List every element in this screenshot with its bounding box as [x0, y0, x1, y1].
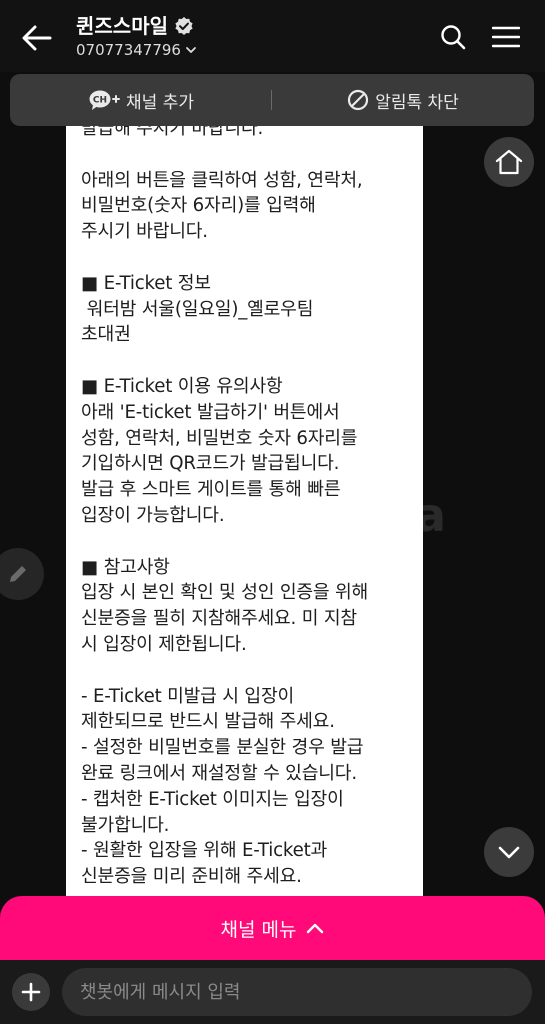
message-line: [81, 658, 421, 684]
hamburger-menu-icon: [492, 26, 520, 48]
message-line: 아래 'E-ticket 발급하기' 버튼에서: [81, 401, 340, 423]
ch-badge-text: CH: [93, 96, 107, 106]
add-channel-label: 채널 추가: [126, 92, 194, 113]
block-notification-button[interactable]: 알림톡 차단: [272, 74, 534, 126]
message-line: 완료 링크에서 재설정할 수 있습니다.: [81, 762, 357, 784]
message-line: 기입하시면 QR코드가 발급됩니다.: [81, 453, 340, 475]
message-line: - 설정한 비밀번호를 분실한 경우 발급: [81, 737, 364, 759]
message-line: 아래의 버튼을 클릭하여 성함, 연락처,: [81, 169, 363, 191]
message-line: ■ E-Ticket 정보: [81, 272, 211, 294]
message-line: 입장 시 본인 확인 및 성인 인증을 위해: [81, 582, 369, 604]
message-line: 발급 후 스마트 게이트를 통해 빠른: [81, 479, 341, 501]
message-line: [81, 348, 421, 374]
home-button[interactable]: [484, 137, 534, 187]
message-input[interactable]: [62, 968, 532, 1016]
message-line: ■ E-Ticket 이용 유의사항: [81, 375, 283, 397]
message-line: 주시기 바랍니다.: [81, 221, 208, 243]
message-line: 불가합니다.: [81, 814, 170, 836]
message-line: - 원활한 입장을 위해 E-Ticket과: [81, 840, 328, 862]
message-line: 시 입장이 제한됩니다.: [81, 633, 247, 655]
message-input-bar: [0, 960, 545, 1024]
chat-messages[interactable]: a 발급해 주시기 바랍니다. 아래의 버튼을 클릭하여 성함, 연락처, 비밀번호…: [0, 126, 545, 896]
block-icon: [347, 89, 369, 111]
search-icon: [441, 25, 466, 50]
chevron-down-icon: [185, 45, 197, 55]
channel-menu-label: 채널 메뉴: [220, 918, 297, 941]
message-line: 발급해 주시기 바랍니다.: [81, 126, 264, 139]
message-line: [81, 142, 421, 168]
verified-badge-icon: [174, 16, 194, 36]
message-line: - 캡처한 E-Ticket 이미지는 입장이: [81, 788, 344, 810]
channel-phone: 07077347796: [76, 41, 181, 59]
message-bubble[interactable]: 발급해 주시기 바랍니다. 아래의 버튼을 클릭하여 성함, 연락처, 비밀번호(숫…: [66, 126, 423, 896]
message-line: 입장이 가능합니다.: [81, 504, 225, 526]
message-line: 성함, 연락처, 비밀번호 숫자 6자리를: [81, 427, 358, 449]
menu-button[interactable]: [488, 20, 524, 54]
pencil-icon: [10, 566, 26, 582]
add-channel-button[interactable]: CH 채널 추가: [10, 74, 272, 126]
home-icon: [495, 149, 523, 175]
block-notification-label: 알림톡 차단: [375, 92, 459, 113]
scroll-down-button[interactable]: [484, 827, 534, 877]
message-line: 신분증을 필히 지참해주세요. 미 지참: [81, 608, 357, 630]
message-text: 발급해 주시기 바랍니다. 아래의 버튼을 클릭하여 성함, 연락처, 비밀번호(숫…: [81, 126, 421, 890]
message-line: - E-Ticket 미발급 시 입장이: [81, 685, 295, 707]
message-line: 초대권: [81, 324, 131, 346]
channel-title: 퀸즈스마일: [76, 14, 168, 38]
message-line: [81, 529, 421, 555]
chevron-down-icon: [498, 846, 520, 859]
message-line: 워터밤 서울(일요일)_옐로우팀: [81, 298, 314, 320]
channel-action-bar: CH 채널 추가 알림톡 차단: [10, 74, 534, 126]
message-line: ■ 참고사항: [81, 556, 170, 578]
channel-menu-button[interactable]: 채널 메뉴: [0, 896, 545, 960]
message-line: 비밀번호(숫자 6자리)를 입력해: [81, 195, 316, 217]
plus-icon: [21, 982, 41, 1002]
attach-button[interactable]: [12, 973, 50, 1011]
chevron-up-icon: [306, 922, 324, 934]
channel-info[interactable]: 퀸즈스마일 07077347796: [76, 12, 197, 59]
message-line: 신분증을 미리 준비해 주세요.: [81, 866, 302, 888]
message-line: 제한되므로 반드시 발급해 주세요.: [81, 711, 335, 733]
message-line: [81, 245, 421, 271]
channel-add-icon: CH: [88, 89, 121, 111]
chat-header: 퀸즈스마일 07077347796: [0, 0, 545, 72]
arrow-left-icon: [22, 25, 52, 51]
back-button[interactable]: [18, 20, 56, 56]
search-button[interactable]: [436, 20, 470, 54]
edit-button[interactable]: [0, 548, 44, 600]
